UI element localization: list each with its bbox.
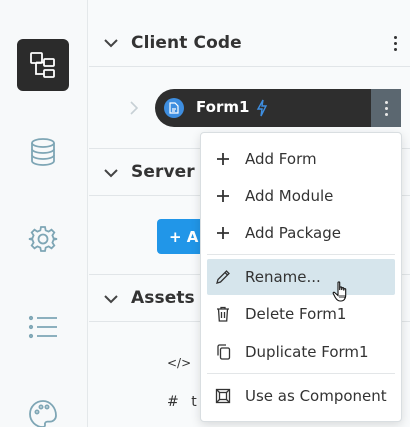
section-menu-button[interactable] [380, 19, 410, 67]
project-explorer-button[interactable] [17, 39, 69, 91]
asset-name: t [191, 394, 197, 410]
menu-item-delete[interactable]: Delete Form1 [207, 296, 395, 332]
menu-item-rename[interactable]: Rename... [207, 259, 395, 295]
form-name: Form1 [196, 98, 250, 116]
menu-item-add-module[interactable]: Add Module [207, 178, 395, 214]
palette-icon [29, 400, 57, 427]
plus-icon [207, 190, 239, 202]
hierarchy-icon [30, 52, 55, 78]
menu-item-add-package[interactable]: Add Package [207, 215, 395, 251]
data-button[interactable] [17, 126, 69, 178]
list-button[interactable] [17, 301, 69, 353]
menu-item-label: Add Form [245, 150, 317, 168]
chevron-down-icon[interactable] [103, 35, 119, 51]
chevron-down-icon[interactable] [103, 291, 119, 307]
context-menu: Add Form Add Module Add Package Rename..… [200, 132, 402, 422]
settings-button[interactable] [17, 213, 69, 265]
asset-row[interactable]: # t [167, 394, 197, 410]
plus-icon [207, 227, 239, 239]
menu-item-add-form[interactable]: Add Form [207, 141, 395, 177]
code-icon: </> [167, 356, 192, 370]
component-icon [207, 388, 239, 404]
copy-icon [207, 344, 239, 360]
plus-icon [207, 153, 239, 165]
section-client-code[interactable]: Client Code [89, 19, 410, 67]
gear-icon [28, 226, 58, 252]
menu-item-label: Add Module [245, 187, 334, 205]
menu-item-label: Duplicate Form1 [245, 343, 369, 361]
section-title: Client Code [131, 32, 242, 53]
section-title: Assets [131, 288, 195, 308]
menu-divider [207, 254, 395, 255]
menu-item-label: Add Package [245, 224, 341, 242]
add-button-label: + A [169, 227, 199, 246]
menu-item-label: Use as Component [245, 387, 387, 405]
form1-tree-item[interactable]: Form1 [155, 89, 401, 127]
hash-icon: # [167, 394, 179, 410]
menu-item-duplicate[interactable]: Duplicate Form1 [207, 334, 395, 370]
chevron-right-icon[interactable] [129, 100, 139, 116]
lightning-icon [256, 99, 268, 117]
database-icon [31, 138, 55, 166]
pencil-icon [207, 269, 239, 285]
menu-item-label: Delete Form1 [245, 305, 347, 323]
form-file-icon [164, 98, 184, 118]
form1-menu-button[interactable] [371, 89, 401, 127]
left-rail [0, 0, 88, 427]
trash-icon [207, 306, 239, 322]
chevron-down-icon[interactable] [103, 165, 119, 181]
hand-cursor-icon [332, 281, 347, 302]
list-icon [28, 315, 57, 339]
menu-divider [207, 373, 395, 374]
menu-item-use-as-component[interactable]: Use as Component [207, 378, 395, 414]
theme-button[interactable] [17, 388, 69, 427]
menu-item-label: Rename... [245, 268, 321, 286]
